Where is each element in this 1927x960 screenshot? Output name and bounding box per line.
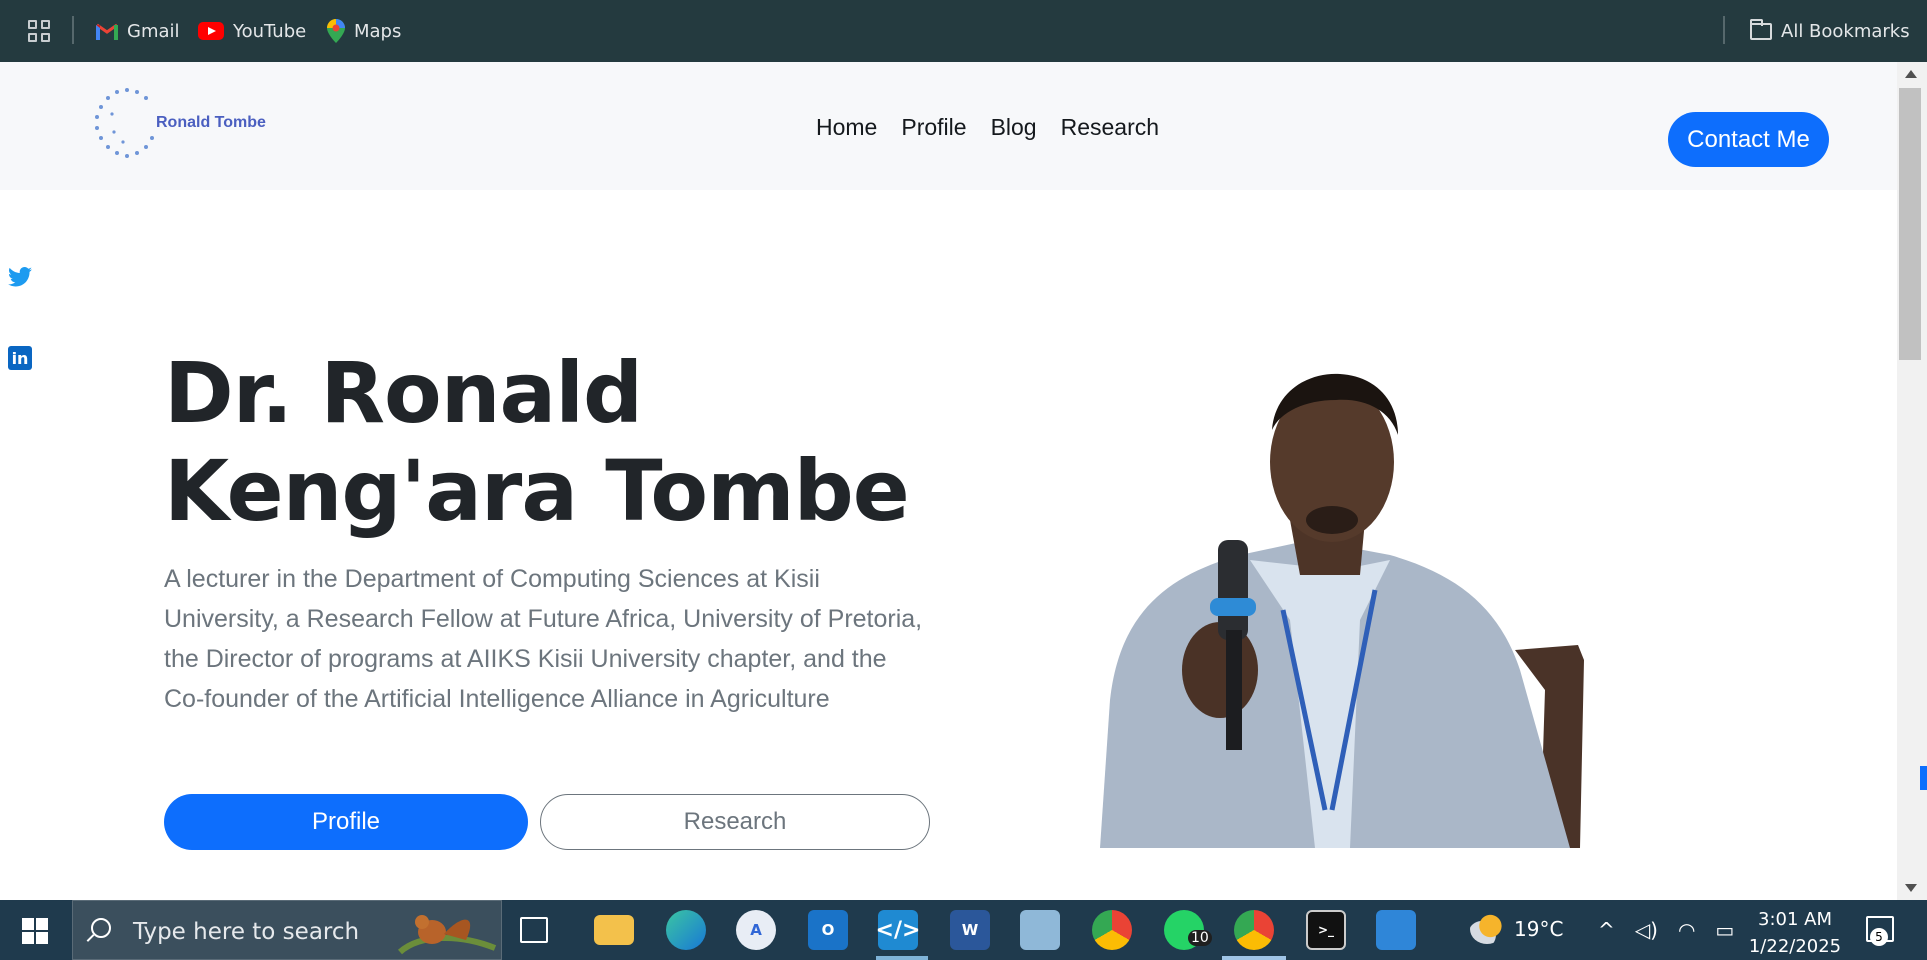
chrome-active-indicator [1222,956,1286,960]
twitter-icon[interactable] [8,266,32,288]
hero-title-line1: Dr. Ronald [164,344,643,442]
maps-icon [327,19,345,43]
tray-chevron-up-icon[interactable]: ^ [1598,918,1615,942]
file-explorer-icon[interactable] [594,915,634,945]
folder-icon [1750,18,1772,40]
search-highlight-squirrel-icon [397,915,497,955]
search-icon [91,918,111,938]
bookmarks-bar: Gmail YouTube Maps All Bookmarks [0,0,1927,62]
system-tray: ^ ◁) ◠ ▭ [1598,918,1734,942]
wifi-icon[interactable]: ◠ [1678,918,1695,942]
scroll-down-arrow-icon[interactable] [1905,884,1917,892]
bookmark-label: YouTube [233,20,307,42]
logo-icon[interactable] [92,86,162,160]
outlook-icon[interactable]: O [808,910,848,950]
research-button[interactable]: Research [540,794,930,850]
logo-text[interactable]: Ronald Tombe [156,114,266,132]
linkedin-icon[interactable]: in [8,346,32,370]
terminal-icon[interactable]: >_ [1306,910,1346,950]
apps-grid-icon[interactable] [28,20,50,42]
system-clock[interactable]: 3:01 AM 1/22/2025 [1740,906,1850,960]
vscode-active-indicator [876,956,928,960]
scroll-up-arrow-icon[interactable] [1905,70,1917,78]
bookmarks-divider [72,16,74,44]
contact-me-button[interactable]: Contact Me [1668,112,1829,167]
chrome-profile-icon[interactable] [1234,910,1274,950]
word-icon[interactable]: W [950,910,990,950]
photos-icon[interactable] [1376,910,1416,950]
notification-count-badge: 5 [1870,928,1888,946]
nav-home[interactable]: Home [816,114,877,141]
portrait-image [1100,373,1584,848]
nav-blog[interactable]: Blog [991,114,1037,141]
chrome-icon[interactable] [1092,910,1132,950]
clock-time: 3:01 AM [1758,909,1832,930]
notes-app-icon[interactable] [1020,910,1060,950]
weather-widget[interactable]: 19°C [1470,914,1563,944]
bookmark-label: Gmail [127,20,180,42]
hero-description: A lecturer in the Department of Computin… [164,565,923,713]
nav-research[interactable]: Research [1061,114,1159,141]
bookmark-maps[interactable]: Maps [327,17,401,45]
bookmark-label: Maps [354,20,402,42]
bookmark-gmail[interactable]: Gmail [96,17,180,45]
weather-temp: 19°C [1514,917,1564,941]
battery-icon[interactable]: ▭ [1715,918,1734,942]
volume-icon[interactable]: ◁) [1635,918,1658,942]
scroll-marker [1920,766,1927,790]
edge-icon[interactable] [666,910,706,950]
main-nav: Home Profile Blog Research [816,114,1159,141]
vscode-icon[interactable]: </> [876,910,920,950]
clock-date: 1/22/2025 [1748,936,1842,957]
weather-moon-cloud-icon [1470,914,1504,944]
nav-profile[interactable]: Profile [901,114,966,141]
bookmarks-divider [1723,16,1725,44]
hero-title: Dr. Ronald Keng'ara Tombe [164,344,944,540]
taskbar: Type here to search A O </> W 10 >_ 19°C… [0,900,1927,960]
profile-button[interactable]: Profile [164,794,528,850]
bookmark-youtube[interactable]: YouTube [198,17,306,45]
all-bookmarks-label: All Bookmarks [1781,20,1910,42]
app-store-a-icon[interactable]: A [736,910,776,950]
search-placeholder: Type here to search [133,919,360,945]
gmail-icon [96,23,118,40]
whatsapp-badge: 10 [1188,930,1212,946]
youtube-icon [198,22,224,40]
all-bookmarks-button[interactable]: All Bookmarks [1750,17,1910,45]
windows-start-icon[interactable] [22,918,48,944]
hero-title-line2: Keng'ara Tombe [164,442,910,540]
task-view-icon[interactable] [520,917,548,943]
scrollbar-thumb[interactable] [1899,88,1921,360]
